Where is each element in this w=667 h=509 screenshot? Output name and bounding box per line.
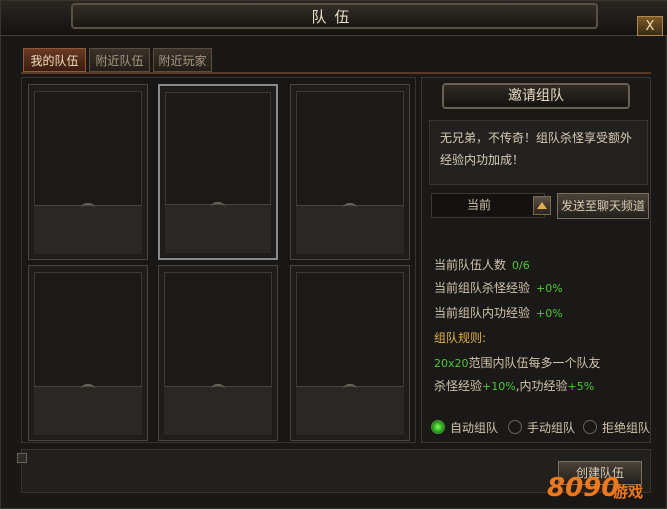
rule-text: 范围内队伍每多一个队友	[468, 356, 601, 370]
stat-label: 当前组队杀怪经验	[434, 281, 531, 295]
invite-description: 无兄弟，不传奇！组队杀怪享受额外经验内功加成！	[429, 120, 648, 185]
member-slot-2[interactable]	[158, 84, 278, 260]
radio-label: 手动组队	[527, 421, 576, 435]
watermark-text: 游戏	[613, 483, 644, 501]
stat-inner-exp: 当前组队内功经验 +0%	[434, 304, 563, 321]
tab-my-team[interactable]: 我的队伍	[23, 48, 86, 72]
invite-header-label: 邀请组队	[508, 88, 564, 104]
channel-value: 当前	[466, 198, 491, 212]
radio-refuse-team[interactable]: 拒绝组队	[583, 420, 650, 436]
bottom-indicator-icon	[17, 453, 27, 463]
radio-manual-team[interactable]: 手动组队	[508, 420, 575, 436]
rules-title: 组队规则:	[434, 331, 487, 345]
rule-line-1: 20x20范围内队伍每多一个队友	[434, 354, 601, 371]
stat-value: +0%	[536, 307, 563, 320]
radio-auto-team[interactable]: 自动组队	[431, 420, 498, 436]
team-window: 队伍 X 我的队伍 附近队伍 附近玩家 邀请组队 无兄弟，不传奇！组队杀怪享受额…	[0, 0, 667, 509]
close-button[interactable]: X	[637, 16, 663, 36]
channel-select[interactable]: 当前	[431, 193, 551, 218]
rule-inner-label: ,内功经验	[515, 379, 568, 393]
radio-unchecked-icon	[508, 420, 522, 434]
rule-kill-label: 杀怪经验	[434, 379, 483, 393]
member-slot-6[interactable]	[290, 265, 410, 441]
rule-range: 20x20	[434, 357, 469, 370]
member-slot-4[interactable]	[28, 265, 148, 441]
radio-unchecked-icon	[583, 420, 597, 434]
channel-dropdown-button[interactable]	[533, 196, 551, 215]
tab-nearby-players[interactable]: 附近玩家	[153, 48, 212, 72]
window-title: 队伍	[311, 8, 358, 26]
team-slots-panel	[21, 77, 416, 443]
stat-label: 当前队伍人数	[434, 258, 507, 272]
invite-header: 邀请组队	[442, 83, 630, 109]
stat-team-count: 当前队伍人数 0/6	[434, 256, 530, 273]
watermark-logo: 8090 游戏	[547, 471, 659, 509]
stat-label: 当前组队内功经验	[434, 306, 531, 320]
invite-panel: 邀请组队 无兄弟，不传奇！组队杀怪享受额外经验内功加成！ 当前 发送至聊天频道 …	[421, 77, 651, 443]
member-slot-5[interactable]	[158, 265, 278, 441]
stat-value: +0%	[536, 282, 563, 295]
send-to-chat-button[interactable]: 发送至聊天频道	[557, 193, 649, 219]
triangle-up-icon	[537, 202, 547, 209]
member-slot-3[interactable]	[290, 84, 410, 260]
stat-value: 0/6	[512, 259, 530, 272]
rule-inner-bonus: +5%	[567, 380, 595, 393]
tab-nearby-teams[interactable]: 附近队伍	[89, 48, 150, 72]
tab-divider	[21, 72, 651, 74]
radio-checked-icon	[431, 420, 445, 434]
watermark-number: 8090	[547, 473, 620, 503]
title-bar: 队伍	[1, 1, 667, 36]
member-slot-1[interactable]	[28, 84, 148, 260]
radio-label: 自动组队	[450, 421, 499, 435]
rule-line-2: 杀怪经验+10%,内功经验+5%	[434, 377, 594, 394]
stat-kill-exp: 当前组队杀怪经验 +0%	[434, 279, 563, 296]
radio-label: 拒绝组队	[602, 421, 651, 435]
rule-kill-bonus: +10%	[482, 380, 516, 393]
